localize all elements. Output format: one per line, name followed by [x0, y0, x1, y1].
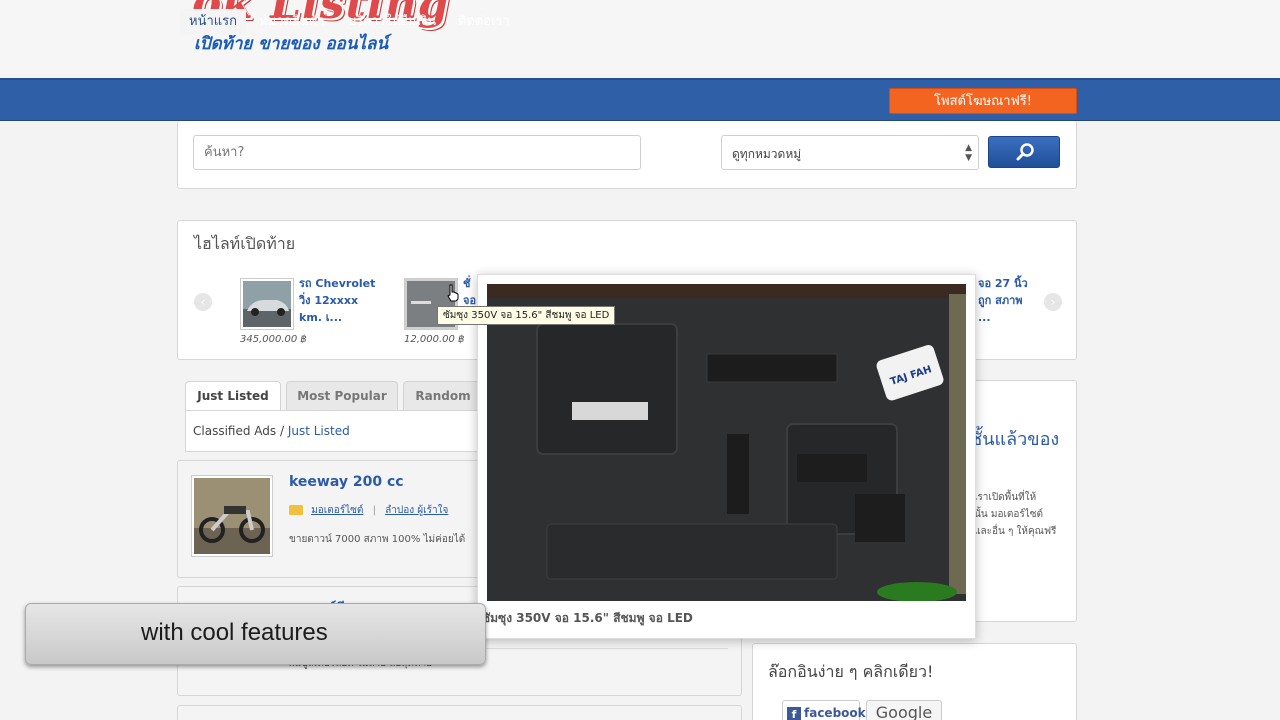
carousel-prev-button[interactable]: ‹ — [194, 293, 212, 311]
tab-random[interactable]: Random — [403, 381, 483, 410]
listing-meta: มอเตอร์ไซต์ | ลำปอง ผู้เร้าใจ — [289, 503, 448, 518]
facebook-login-button[interactable]: f facebook — [782, 700, 866, 720]
meta-divider: | — [372, 505, 376, 516]
facebook-icon: f — [787, 707, 801, 720]
sidebar-info-heading: ชั้นแล้วของ — [970, 429, 1060, 450]
highlight-title-1[interactable]: รถ Chevrolet วิ่ง 12xxxx km. เ... — [299, 275, 375, 326]
carousel-next-button[interactable]: › — [1044, 293, 1062, 311]
car-photo — [243, 281, 291, 327]
listing-item — [177, 705, 742, 720]
highlights-title: ไฮไลท์เปิดท้าย — [194, 234, 296, 253]
search-input[interactable] — [193, 135, 641, 170]
highlight-price-1: 345,000.00 ฿ — [240, 334, 307, 345]
breadcrumb-current: Just Listed — [287, 424, 350, 438]
listing-title[interactable]: keeway 200 cc — [289, 474, 404, 490]
sidebar-info-text: เราเปิดพื้นที่ให้ นั้น มอเตอร์ไซต์ และอื… — [974, 489, 1056, 540]
facebook-login-label: facebook — [804, 706, 866, 720]
listing-seller-link[interactable]: ลำปอง ผู้เร้าใจ — [385, 505, 448, 516]
highlight-title-3-line1: จอ 27 นิ้ว — [978, 277, 1028, 290]
highlight-title-1-line1: รถ Chevrolet — [299, 277, 376, 290]
nav-item-home[interactable]: หน้าแรก — [180, 9, 246, 35]
category-select[interactable]: ดูทุกหมวดหมู่ ▲ ▼ — [721, 135, 979, 170]
tab-just-listed[interactable]: Just Listed — [185, 381, 281, 411]
post-free-ad-button[interactable]: โพสต์โฆษณาฟรี! — [889, 88, 1077, 114]
sidebar-info-line: และอื่น ๆ ให้คุณฟรี — [974, 526, 1057, 537]
nav-item-categories[interactable]: หมวดสินค้า — [250, 9, 334, 35]
highlight-title-1-line3: km. เ... — [299, 311, 343, 324]
laptop-underside-photo: TAJ FAH — [487, 284, 966, 601]
sidebar-info-line: นั้น มอเตอร์ไซต์ — [974, 509, 1044, 520]
search-button[interactable] — [988, 136, 1060, 168]
highlight-title-3[interactable]: จอ 27 นิ้ว ถูก สภาพ ... — [978, 275, 1028, 326]
select-arrows-icon: ▲ ▼ — [965, 143, 972, 163]
login-panel-title: ล๊อกอินง่าย ๆ คลิกเดียว! — [768, 662, 934, 681]
highlight-title-2-line1: ชั่ — [463, 277, 471, 290]
listing-thumb-motorcycle[interactable] — [191, 475, 273, 557]
nav-item-contact[interactable]: ติดต่อเรา — [449, 9, 519, 35]
sidebar-info-line: เราเปิดพื้นที่ให้ — [974, 492, 1037, 503]
highlight-title-1-line2: วิ่ง 12xxxx — [299, 294, 359, 307]
google-login-button[interactable]: Google — [866, 700, 942, 720]
main-nav-bar — [0, 78, 1280, 121]
highlight-title-2[interactable]: ชั่ จอ — [463, 275, 476, 309]
preview-caption: ซัมซุง 350V จอ 15.6" สีชมพู จอ LED — [482, 611, 693, 625]
highlight-thumb-car[interactable] — [240, 278, 294, 330]
listing-category-link[interactable]: มอเตอร์ไซต์ — [311, 505, 363, 516]
hover-tooltip: ซัมซุง 350V จอ 15.6" สีชมพู จอ LED — [437, 306, 616, 325]
category-select-value: ดูทุกหมวดหมู่ — [732, 147, 802, 161]
hand-cursor-icon — [447, 284, 459, 302]
laptop-preview-image: TAJ FAH — [487, 284, 966, 601]
nav-item-loan-service[interactable]: บริการให้ยืมเงิน — [339, 9, 445, 35]
motorcycle-photo — [194, 478, 270, 554]
breadcrumb: Classified Ads / Just Listed — [193, 424, 350, 438]
listing-snippet: ขายดาวน์ 7000 สภาพ 100% ไม่ค่อยได้ — [289, 534, 466, 545]
breadcrumb-root[interactable]: Classified Ads — [193, 424, 276, 438]
feature-caption-text: with cool features — [141, 619, 328, 646]
folder-icon — [289, 505, 303, 515]
highlight-title-3-line2: ถูก สภาพ — [978, 294, 1023, 307]
magnifier-icon — [1016, 143, 1034, 161]
highlight-title-3-line3: ... — [978, 311, 991, 324]
breadcrumb-separator: / — [276, 424, 288, 438]
highlight-price-2: 12,000.00 ฿ — [404, 334, 465, 345]
tab-most-popular[interactable]: Most Popular — [286, 381, 398, 410]
